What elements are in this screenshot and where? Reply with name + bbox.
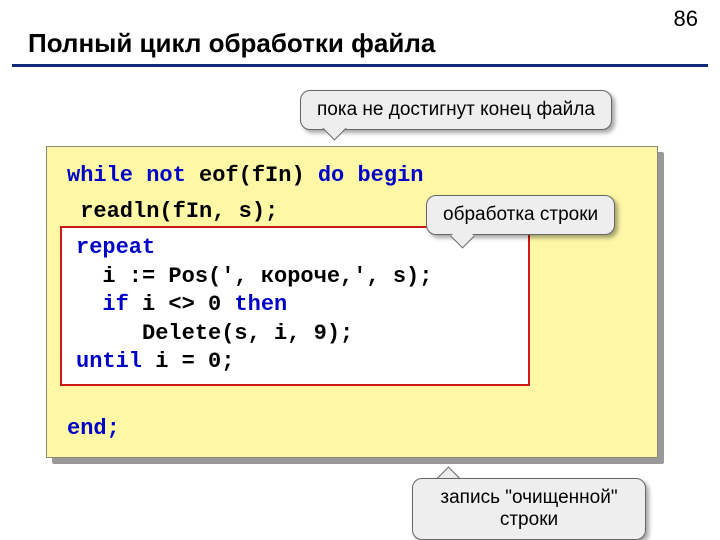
kw-while-not: while not — [67, 163, 186, 188]
inner-line-1: repeat — [76, 234, 514, 263]
inner-line-2: i := Pos(', короче,', s); — [76, 263, 514, 292]
page-number: 86 — [674, 6, 698, 32]
inner-line-4: Delete(s, i, 9); — [76, 320, 514, 349]
kw-do-begin: do begin — [318, 163, 424, 188]
slide: 86 Полный цикл обработки файла while not… — [0, 0, 720, 540]
inner-line-3: if i <> 0 then — [76, 291, 514, 320]
inner-code-box: repeat i := Pos(', короче,', s); if i <>… — [60, 226, 530, 386]
kw-if: if — [102, 292, 128, 317]
code-eof: eof(fIn) — [186, 163, 318, 188]
inner-line-5: until i = 0; — [76, 348, 514, 377]
code-cond: i <> 0 — [129, 292, 235, 317]
kw-then: then — [234, 292, 287, 317]
pad-if — [76, 292, 102, 317]
kw-until: until — [76, 349, 142, 374]
callout-write: запись "очищенной" строки — [412, 478, 646, 540]
kw-repeat: repeat — [76, 235, 155, 260]
title-divider — [12, 64, 708, 67]
callout-eof: пока не достигнут конец файла — [300, 90, 612, 130]
slide-title: Полный цикл обработки файла — [28, 28, 435, 59]
kw-end: end; — [67, 416, 120, 441]
code-untilcond: i = 0; — [142, 349, 234, 374]
callout-process: обработка строки — [426, 195, 615, 235]
code-line-end: end; — [67, 414, 637, 444]
code-line-1: while not eof(fIn) do begin — [67, 161, 637, 191]
